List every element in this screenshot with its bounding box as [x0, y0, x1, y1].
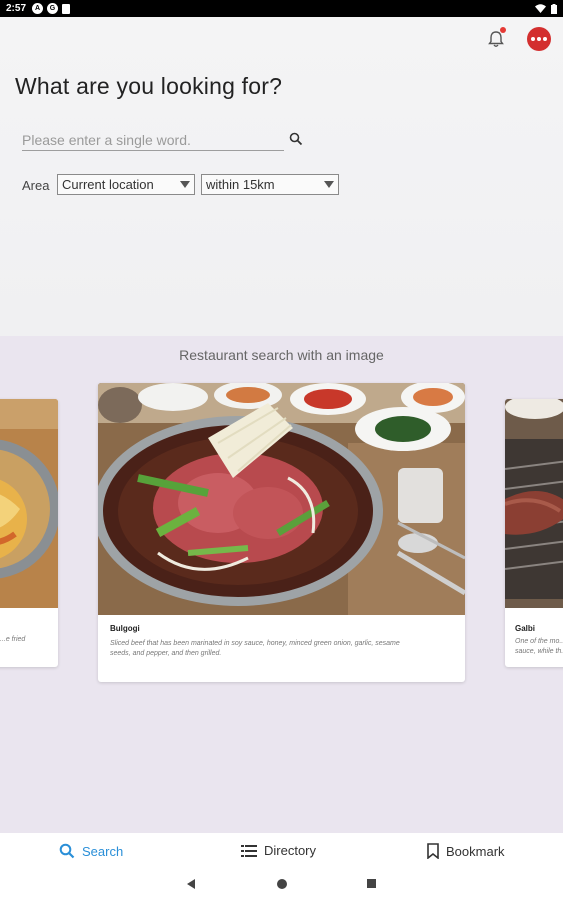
caret-down-icon: [180, 181, 190, 188]
nav-search-label: Search: [82, 843, 124, 859]
back-icon[interactable]: [187, 879, 195, 889]
image-search-title: Restaurant search with an image: [179, 347, 384, 363]
distance-select-value: within 15km: [206, 177, 275, 192]
food-image: [98, 383, 465, 615]
food-image: [505, 399, 563, 608]
food-card-desc: Sliced beef that has been marinated in s…: [110, 640, 400, 647]
food-card[interactable]: Galbi One of the mo... sauce, while th..…: [505, 399, 563, 667]
wifi-icon: [535, 4, 546, 13]
bookmark-icon: [427, 843, 439, 859]
caret-down-icon: [324, 181, 334, 188]
bottom-navigation: Search Directory Bookmark: [0, 833, 563, 870]
distance-select[interactable]: within 15km: [201, 174, 339, 195]
list-icon: [241, 844, 257, 857]
food-card-desc: sauce, while th...: [515, 648, 563, 655]
notification-app-icon: G: [47, 3, 59, 14]
more-menu-button[interactable]: [527, 27, 551, 51]
search-input[interactable]: [22, 129, 284, 151]
sd-card-icon: [62, 3, 71, 14]
food-card-desc: seeds, and pepper, and then grilled.: [110, 650, 222, 657]
page-title: What are you looking for?: [15, 73, 283, 99]
food-card[interactable]: ...e fried: [0, 399, 58, 667]
food-card-name: Bulgogi: [110, 624, 140, 633]
home-icon[interactable]: [277, 879, 287, 889]
notification-dot: [500, 27, 506, 33]
recents-icon[interactable]: [367, 879, 376, 888]
nav-search[interactable]: Search: [59, 843, 123, 859]
notification-app-icon: A: [32, 3, 44, 14]
food-card-desc: ...e fried: [0, 636, 26, 643]
food-card-name: Galbi: [515, 624, 536, 633]
battery-icon: [551, 3, 557, 14]
search-icon: [59, 843, 75, 859]
search-header: What are you looking for? Area Current l…: [0, 17, 563, 336]
food-card-desc: One of the mo...: [515, 638, 563, 645]
nav-bookmark-label: Bookmark: [446, 843, 505, 859]
status-time: 2:57: [6, 3, 27, 14]
food-image: [0, 399, 58, 608]
status-bar: 2:57 A G: [0, 0, 563, 17]
image-search-section: Restaurant search with an image ...e fri…: [0, 336, 563, 833]
nav-bookmark[interactable]: Bookmark: [427, 843, 505, 859]
location-select-value: Current location: [62, 177, 154, 192]
search-icon[interactable]: [289, 132, 303, 146]
nav-directory-label: Directory: [264, 843, 317, 858]
area-label: Area: [22, 178, 50, 193]
system-navigation: [0, 870, 563, 900]
location-select[interactable]: Current location: [57, 174, 195, 195]
nav-directory[interactable]: Directory: [241, 843, 316, 858]
food-card[interactable]: Bulgogi Sliced beef that has been marina…: [98, 383, 465, 682]
